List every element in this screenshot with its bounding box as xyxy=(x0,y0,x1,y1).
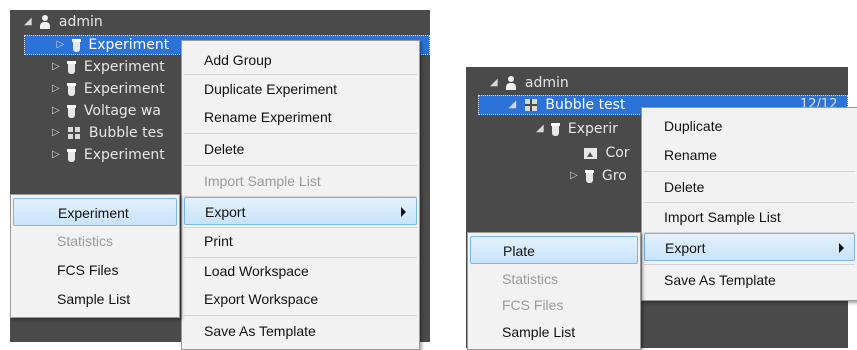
menu-save-as-template[interactable]: Save As Template xyxy=(644,266,855,294)
expand-arrow-icon[interactable]: ▷ xyxy=(52,123,64,143)
tree-item-experiment[interactable]: ◢ Experir xyxy=(536,119,618,139)
tube-icon xyxy=(551,122,561,136)
tree-item-label: Experir xyxy=(567,121,618,137)
user-icon xyxy=(40,15,51,29)
submenu-experiment[interactable]: Experiment xyxy=(13,198,177,226)
tree-item-label: Experiment xyxy=(83,81,165,97)
tree-item-experiment[interactable]: ▷ Experiment xyxy=(52,145,165,165)
tree-item-label: Voltage wa xyxy=(83,103,161,119)
menu-separator xyxy=(644,264,855,265)
expand-arrow-icon[interactable]: ▷ xyxy=(570,166,582,186)
tube-icon xyxy=(71,38,81,52)
collapse-arrow-icon[interactable]: ◢ xyxy=(508,95,520,115)
tree-root-admin[interactable]: ◢ admin xyxy=(24,12,103,32)
right-export-submenu: Plate Statistics FCS Files Sample List xyxy=(467,232,641,350)
menu-export-label: Export xyxy=(205,204,246,220)
submenu-arrow-icon xyxy=(839,243,844,253)
user-icon xyxy=(506,76,517,90)
left-export-submenu: Experiment Statistics FCS Files Sample L… xyxy=(10,194,180,318)
tube-icon xyxy=(585,169,595,183)
collapse-arrow-icon[interactable]: ◢ xyxy=(24,12,36,32)
menu-rename[interactable]: Rename xyxy=(644,141,855,169)
menu-delete[interactable]: Delete xyxy=(644,173,855,201)
left-context-menu: Add Group Duplicate Experiment Rename Ex… xyxy=(181,40,420,350)
menu-separator xyxy=(184,315,417,316)
menu-import-sample-list[interactable]: Import Sample List xyxy=(644,203,855,231)
tree-root-label: admin xyxy=(58,14,103,30)
menu-load-workspace[interactable]: Load Workspace xyxy=(184,257,417,285)
tree-item-group[interactable]: ▷ Gro xyxy=(570,166,627,186)
tree-item-label: Experiment xyxy=(83,59,165,75)
tree-item-label: Experiment xyxy=(83,147,165,163)
menu-duplicate[interactable]: Duplicate xyxy=(644,112,855,140)
menu-separator xyxy=(644,171,855,172)
tree-item-label: Experiment xyxy=(88,37,170,53)
menu-print[interactable]: Print xyxy=(184,227,417,255)
collapse-arrow-icon[interactable]: ◢ xyxy=(536,119,548,139)
menu-export-workspace[interactable]: Export Workspace xyxy=(184,285,417,313)
expand-arrow-icon[interactable]: ▷ xyxy=(52,101,64,121)
tree-item-label: Gro xyxy=(601,168,627,184)
expand-arrow-icon[interactable]: ▷ xyxy=(52,145,64,165)
menu-rename-experiment[interactable]: Rename Experiment xyxy=(184,103,417,131)
right-context-menu: Duplicate Rename Delete Import Sample Li… xyxy=(641,107,857,301)
submenu-fcs-files[interactable]: FCS Files xyxy=(13,256,177,284)
submenu-statistics: Statistics xyxy=(502,271,559,287)
expand-arrow-icon[interactable]: ▷ xyxy=(56,35,68,55)
plate-icon xyxy=(524,99,537,111)
tube-icon xyxy=(67,148,77,162)
tree-root-admin[interactable]: ◢ admin xyxy=(490,73,569,93)
tube-icon xyxy=(67,104,77,118)
submenu-sample-list[interactable]: Sample List xyxy=(470,318,638,346)
plate-icon xyxy=(68,127,81,139)
menu-export[interactable]: Export xyxy=(184,197,417,225)
menu-delete[interactable]: Delete xyxy=(184,135,417,163)
submenu-arrow-icon xyxy=(401,207,406,217)
submenu-fcs-files: FCS Files xyxy=(502,297,564,313)
tree-root-label: admin xyxy=(524,75,569,91)
menu-export[interactable]: Export xyxy=(644,233,855,261)
submenu-sample-list[interactable]: Sample List xyxy=(13,285,177,313)
submenu-plate[interactable]: Plate xyxy=(470,236,638,264)
tree-item-label: Bubble test xyxy=(545,97,626,113)
tube-icon xyxy=(67,60,77,74)
menu-export-label: Export xyxy=(665,240,706,256)
tube-icon xyxy=(67,82,77,96)
tree-item-experiment[interactable]: ▷ Experiment xyxy=(52,79,165,99)
menu-import-sample-list: Import Sample List xyxy=(204,173,321,189)
tree-item-voltage[interactable]: ▷ Voltage wa xyxy=(52,101,161,121)
chart-icon xyxy=(584,147,597,159)
tree-item-label: Cor xyxy=(605,145,630,161)
expand-arrow-icon[interactable]: ▷ xyxy=(52,79,64,99)
menu-save-as-template[interactable]: Save As Template xyxy=(184,317,417,345)
menu-separator xyxy=(184,133,417,134)
menu-separator xyxy=(184,165,417,166)
collapse-arrow-icon[interactable]: ◢ xyxy=(490,73,502,93)
tree-item-bubble-test[interactable]: ▷ Bubble tes xyxy=(52,123,164,143)
expand-arrow-icon[interactable]: ▷ xyxy=(52,57,64,77)
menu-duplicate-experiment[interactable]: Duplicate Experiment xyxy=(184,75,417,103)
menu-add-group[interactable]: Add Group xyxy=(184,46,417,74)
tree-item-experiment[interactable]: ▷ Experiment xyxy=(52,57,165,77)
submenu-statistics: Statistics xyxy=(57,233,114,249)
tree-item-chart[interactable]: Cor xyxy=(584,143,630,163)
tree-item-label: Bubble tes xyxy=(88,125,164,141)
